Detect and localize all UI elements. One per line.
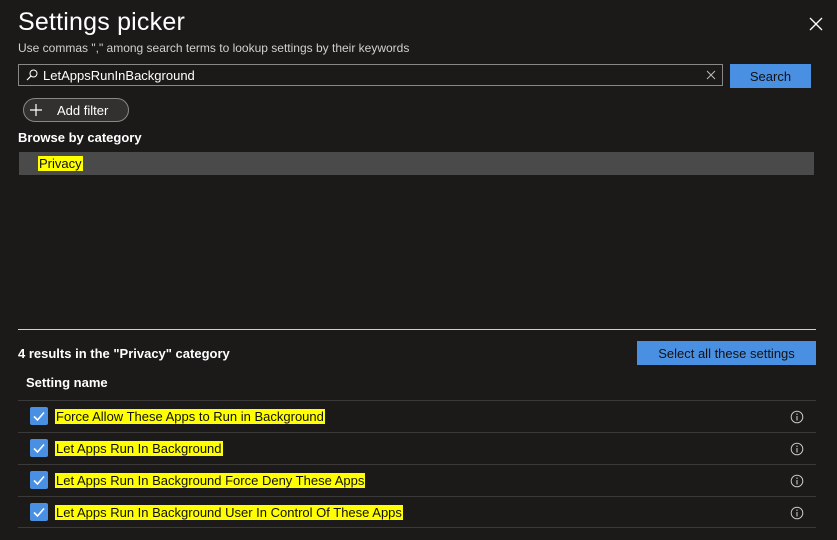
add-filter-label: Add filter <box>57 102 109 118</box>
setting-checkbox[interactable] <box>30 407 48 425</box>
plus-icon <box>30 104 42 116</box>
setting-checkbox[interactable] <box>30 471 48 489</box>
info-icon[interactable] <box>790 474 804 488</box>
column-header-setting-name: Setting name <box>26 375 108 390</box>
setting-checkbox[interactable] <box>30 439 48 457</box>
checkmark-icon <box>33 443 45 454</box>
checkmark-icon <box>33 411 45 422</box>
panel-title: Settings picker <box>18 8 185 36</box>
list-item: Let Apps Run In Background <box>18 432 816 464</box>
info-icon[interactable] <box>790 506 804 520</box>
list-item: Let Apps Run In Background Force Deny Th… <box>18 464 816 496</box>
setting-name: Let Apps Run In Background Force Deny Th… <box>55 473 366 488</box>
setting-checkbox[interactable] <box>30 503 48 521</box>
search-button[interactable]: Search <box>730 64 811 88</box>
info-icon[interactable] <box>790 410 804 424</box>
results-count: 4 results in the "Privacy" category <box>18 346 230 361</box>
list-item: Force Allow These Apps to Run in Backgro… <box>18 400 816 432</box>
search-input[interactable] <box>43 66 703 84</box>
results-list: Force Allow These Apps to Run in Backgro… <box>18 400 816 528</box>
setting-name: Force Allow These Apps to Run in Backgro… <box>55 409 325 424</box>
checkmark-icon <box>33 507 45 518</box>
list-item: Let Apps Run In Background User In Contr… <box>18 496 816 528</box>
category-item-privacy[interactable]: Privacy <box>19 152 814 175</box>
category-label: Privacy <box>38 156 83 171</box>
search-box <box>18 64 723 86</box>
setting-name: Let Apps Run In Background User In Contr… <box>55 505 403 520</box>
checkmark-icon <box>33 475 45 486</box>
select-all-button[interactable]: Select all these settings <box>637 341 816 365</box>
add-filter-button[interactable]: Add filter <box>23 98 129 122</box>
panel-subtitle: Use commas "," among search terms to loo… <box>18 41 410 55</box>
info-icon[interactable] <box>790 442 804 456</box>
close-icon[interactable] <box>808 16 824 32</box>
browse-by-category-heading: Browse by category <box>18 130 142 145</box>
search-icon <box>26 69 38 81</box>
divider <box>18 329 816 330</box>
setting-name: Let Apps Run In Background <box>55 441 223 456</box>
clear-icon[interactable] <box>706 70 716 80</box>
